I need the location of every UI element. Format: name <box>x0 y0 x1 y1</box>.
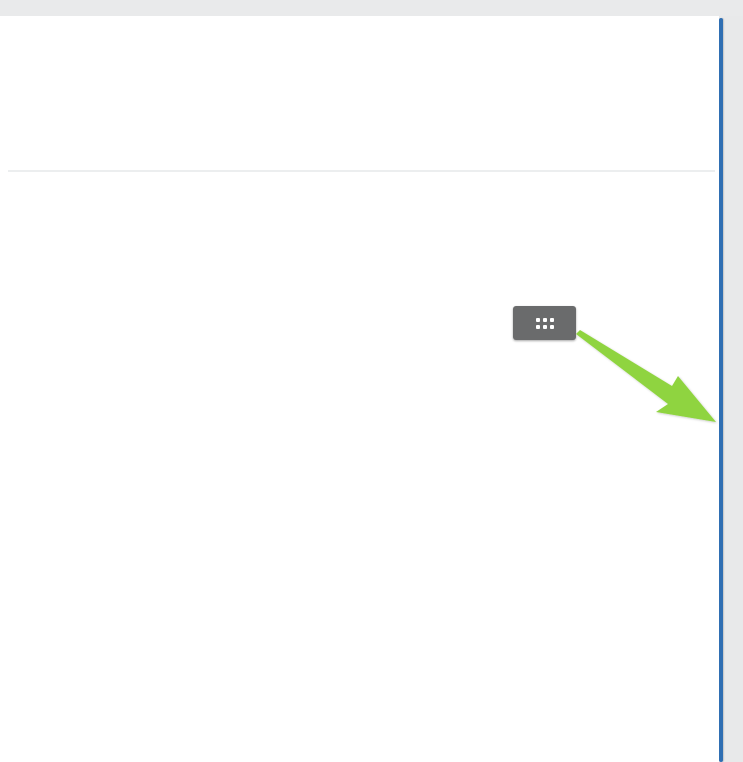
resize-handle-button[interactable] <box>513 306 576 340</box>
main-panel <box>0 16 719 762</box>
window-top-bar <box>0 0 743 16</box>
panel-header <box>0 16 719 170</box>
panel-splitter[interactable] <box>719 18 723 762</box>
grip-dots-icon <box>535 317 554 329</box>
panel-content <box>0 172 719 762</box>
